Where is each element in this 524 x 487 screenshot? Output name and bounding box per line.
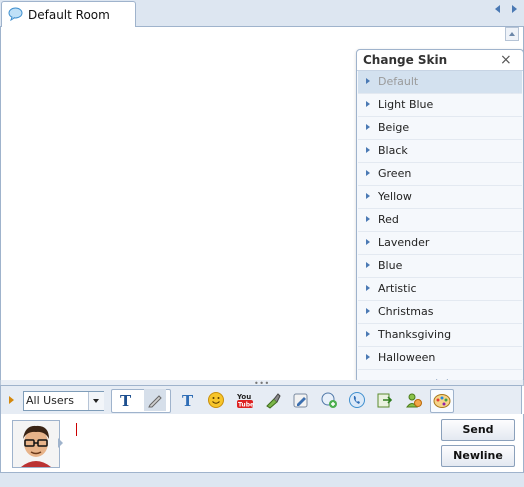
change-skin-button[interactable] [430,389,454,413]
svg-text:T: T [182,392,194,409]
youtube-button[interactable]: You Tube [234,389,256,411]
bullet-icon [366,193,370,199]
skin-item-label: Halloween [378,351,436,364]
edit-button[interactable] [290,389,312,411]
close-icon[interactable]: × [500,52,512,68]
bullet-icon [366,101,370,107]
emoticon-button[interactable] [205,389,227,411]
add-contact-icon [321,392,337,408]
text-mode-button[interactable]: T [114,389,136,411]
user-filter-value: All Users [26,394,74,407]
tab-default-room[interactable]: Default Room [1,1,136,27]
bullet-icon [366,239,370,245]
skin-item-artistic[interactable]: Artistic [358,278,522,301]
skin-item-label: Green [378,167,412,180]
bullet-icon [366,147,370,153]
skin-item-label: Default [378,75,419,88]
skin-item-label: Yellow [378,190,412,203]
export-button[interactable] [374,389,396,411]
paint-icon [266,393,281,409]
text-caret [76,423,77,436]
skin-item-label: Artistic [378,282,417,295]
skin-item-label: Light Blue [378,98,434,111]
skin-item-thanksgiving[interactable]: Thanksgiving [358,324,522,347]
tab-title: Default Room [28,8,110,22]
skin-item-lavender[interactable]: Lavender [358,232,522,255]
dropdown-button[interactable] [88,392,104,410]
avatar[interactable] [12,420,60,468]
skin-popup-header: Change Skin × [357,50,523,71]
bottom-border [0,472,524,487]
call-icon [349,392,365,408]
font-color-button[interactable]: T [176,389,198,411]
chat-bubble-icon [8,7,23,21]
chevron-up-icon [509,32,515,36]
skin-item-label: Red [378,213,399,226]
tab-next-icon[interactable] [508,3,520,15]
user-filter-select[interactable]: All Users [23,391,104,411]
tab-prev-icon[interactable] [492,3,504,15]
bullet-icon [366,216,370,222]
skin-item-light-blue[interactable]: Light Blue [358,94,522,117]
skin-palette-icon [433,394,451,408]
newline-button[interactable]: Newline [441,445,515,467]
message-input[interactable] [70,418,436,468]
send-button[interactable]: Send [441,419,515,441]
bullet-icon [366,78,370,84]
bullet-icon [366,331,370,337]
skin-item-black[interactable]: Black [358,140,522,163]
users-button[interactable] [403,389,425,411]
skin-item-default[interactable]: Default [358,71,522,94]
message-toolbar: All Users T T You Tube [0,385,522,415]
user-avatar-icon [13,421,59,467]
text-style-icon: T [120,392,132,409]
skin-item-label: Lavender [378,236,430,249]
chevron-down-icon [93,399,99,403]
skin-item-yellow[interactable]: Yellow [358,186,522,209]
skin-item-halloween[interactable]: Halloween [358,347,522,370]
skin-item-christmas[interactable]: Christmas [358,301,522,324]
call-button[interactable] [346,389,368,411]
skin-item-label: Black [378,144,408,157]
pencil-icon [148,395,162,408]
skin-item-label: Thanksgiving [378,328,452,341]
bullet-icon [366,285,370,291]
skin-item-blue[interactable]: Blue [358,255,522,278]
avatar-pointer [58,438,63,448]
skin-popup-title: Change Skin [363,53,448,67]
skin-item-green[interactable]: Green [358,163,522,186]
bullet-icon [366,170,370,176]
edit-icon [293,393,308,408]
skin-item-beige[interactable]: Beige [358,117,522,140]
draw-mode-button[interactable] [144,389,166,411]
youtube-icon: You Tube [236,393,254,409]
skin-item-label: Blue [378,259,403,272]
bullet-icon [366,308,370,314]
skin-item-red[interactable]: Red [358,209,522,232]
svg-text:You: You [236,393,251,401]
add-contact-button[interactable] [318,389,340,411]
svg-text:Tube: Tube [238,402,254,409]
emoticon-icon [208,392,224,408]
paint-button[interactable] [262,389,284,411]
users-icon [406,393,422,408]
bullet-icon [366,354,370,360]
export-icon [377,393,393,408]
scroll-up-button[interactable] [505,27,519,41]
bullet-icon [366,262,370,268]
font-color-icon: T [182,392,194,409]
bullet-icon [366,124,370,130]
toolbar-expand-icon[interactable] [9,396,14,404]
skin-item-label: Beige [378,121,410,134]
svg-text:T: T [120,392,132,409]
change-skin-popup: Change Skin × Default Light Blue Beige B… [356,49,524,383]
skin-item-label: Christmas [378,305,434,318]
